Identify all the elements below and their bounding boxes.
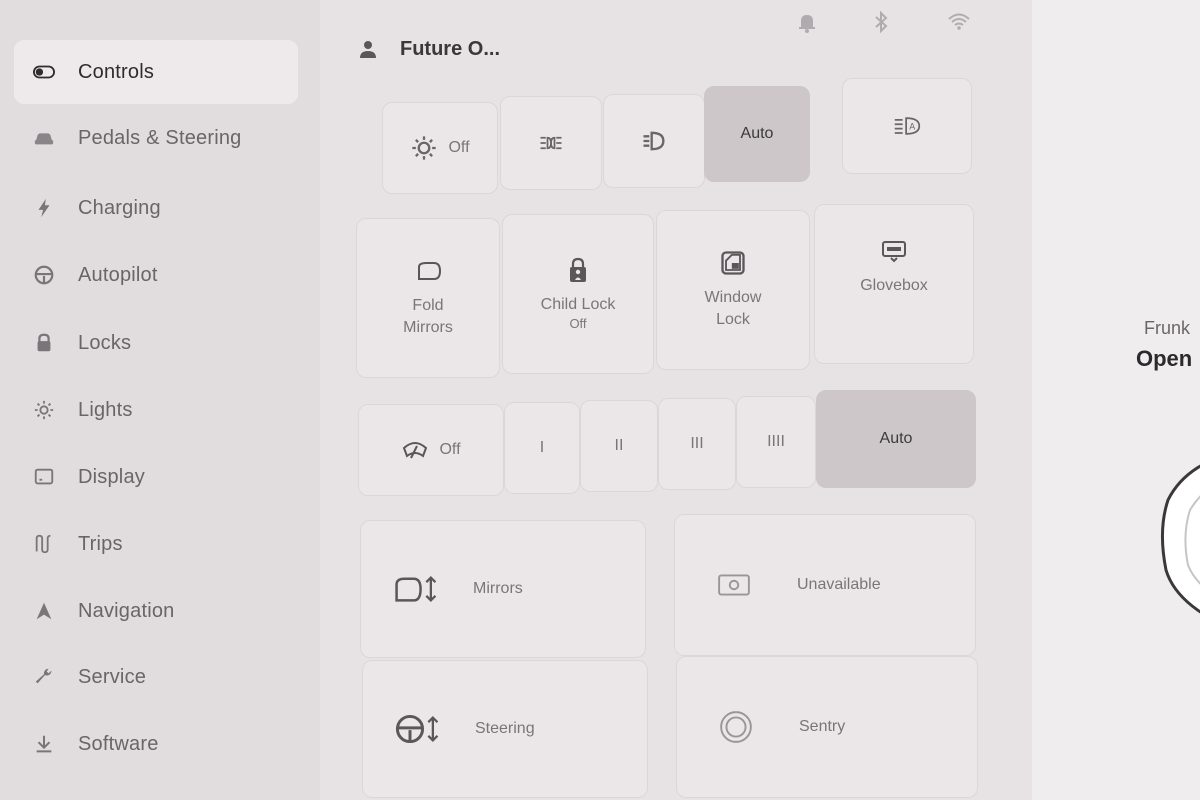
parking-lights-button[interactable] <box>500 96 602 190</box>
sidebar-item-label: Controls <box>78 60 155 83</box>
parking-lights-icon <box>537 129 565 157</box>
wiper-speed-2-button[interactable]: II <box>580 400 658 492</box>
wiper-speed-4-label: IIII <box>767 433 785 450</box>
person-icon <box>358 39 378 59</box>
wiper-speed-3-button[interactable]: III <box>658 398 736 490</box>
sidebar-item-label: Locks <box>78 331 132 354</box>
sidebar: Controls Pedals & Steering Charging Auto… <box>0 0 320 800</box>
mirror-adjust-icon <box>393 573 439 605</box>
fold-mirrors-label: Fold Mirrors <box>403 297 453 336</box>
sidebar-item-label: Display <box>78 465 145 488</box>
wipers-auto-button[interactable]: Auto <box>816 390 976 488</box>
steering-adjust-icon <box>395 713 441 745</box>
low-beam-icon <box>640 127 668 155</box>
wipers-off-label: Off <box>439 441 461 458</box>
wrench-icon <box>32 665 56 689</box>
sidebar-item-label: Autopilot <box>78 263 158 286</box>
sidebar-item-label: Navigation <box>78 599 175 622</box>
child-lock-state: Off <box>569 316 587 331</box>
sidebar-item-label: Lights <box>78 398 133 421</box>
lights-auto-label: Auto <box>740 125 774 142</box>
sun-icon <box>32 398 56 422</box>
sidebar-item-trips[interactable]: Trips <box>14 512 298 576</box>
car-icon <box>32 126 56 150</box>
lights-off-label: Off <box>448 139 470 156</box>
driver-profile[interactable]: Future O... <box>358 34 500 64</box>
controls-panel: Future O... Off Auto A Fold Mirrors Chil… <box>320 0 1032 800</box>
wipers-auto-label: Auto <box>879 430 913 447</box>
steering-adjust-button[interactable]: Steering <box>362 660 648 798</box>
wiper-speed-3-label: III <box>690 435 704 452</box>
download-icon <box>32 732 56 756</box>
glovebox-label: Glovebox <box>860 277 928 294</box>
mirrors-adjust-button[interactable]: Mirrors <box>360 520 646 658</box>
trips-icon <box>32 532 56 556</box>
child-lock-button[interactable]: Child Lock Off <box>502 214 654 374</box>
sidebar-item-autopilot[interactable]: Autopilot <box>14 243 298 307</box>
sidebar-item-label: Trips <box>78 532 123 555</box>
wipers-off-button[interactable]: Off <box>358 404 504 496</box>
bluetooth-icon <box>869 10 893 34</box>
wifi-icon <box>947 10 971 34</box>
toggle-icon <box>32 60 56 84</box>
wiper-icon <box>401 436 429 464</box>
sidebar-item-label: Service <box>78 665 147 688</box>
sidebar-item-controls[interactable]: Controls <box>14 40 298 104</box>
navigation-icon <box>32 599 56 623</box>
sidebar-item-label: Software <box>78 732 159 755</box>
camera-icon <box>717 572 751 598</box>
auto-high-beam-button[interactable]: A <box>842 78 972 174</box>
svg-text:A: A <box>909 123 915 133</box>
profile-name: Future O... <box>400 37 500 60</box>
sidebar-item-lights[interactable]: Lights <box>14 378 298 442</box>
steering-label: Steering <box>475 720 535 737</box>
sidebar-item-display[interactable]: Display <box>14 445 298 509</box>
unavailable-label: Unavailable <box>797 576 881 593</box>
sentry-label: Sentry <box>799 718 846 735</box>
lightning-icon <box>32 196 56 220</box>
wiper-speed-1-label: I <box>539 439 545 456</box>
sidebar-item-software[interactable]: Software <box>14 712 298 776</box>
lights-off-button[interactable]: Off <box>382 102 498 194</box>
bell-icon <box>795 10 819 34</box>
unavailable-button: Unavailable <box>674 514 976 656</box>
frunk-open-button[interactable]: Open <box>1136 346 1192 372</box>
child-lock-label: Child Lock <box>540 296 616 313</box>
window-lock-icon <box>719 249 747 277</box>
sidebar-item-label: Charging <box>78 196 161 219</box>
frunk-label: Frunk <box>1144 318 1191 338</box>
status-icons <box>795 10 975 38</box>
window-lock-button[interactable]: Window Lock <box>656 210 810 370</box>
sidebar-item-locks[interactable]: Locks <box>14 311 298 375</box>
sidebar-item-label: Pedals & Steering <box>78 126 242 149</box>
wiper-speed-2-label: II <box>614 437 624 454</box>
mirrors-label: Mirrors <box>473 580 523 597</box>
wiper-speed-4-button[interactable]: IIII <box>736 396 816 488</box>
sidebar-item-pedals-steering[interactable]: Pedals & Steering <box>14 106 298 170</box>
glovebox-icon <box>880 237 908 265</box>
sun-icon <box>410 134 438 162</box>
window-lock-label: Window Lock <box>704 289 762 328</box>
glovebox-button[interactable]: Glovebox <box>814 204 974 364</box>
sentry-button[interactable]: Sentry <box>676 656 978 798</box>
auto-high-beam-icon: A <box>893 112 921 140</box>
sidebar-item-charging[interactable]: Charging <box>14 176 298 240</box>
sentry-icon <box>719 710 753 744</box>
display-icon <box>32 465 56 489</box>
lock-icon <box>32 331 56 355</box>
wiper-speed-1-button[interactable]: I <box>504 402 580 494</box>
steering-wheel-icon <box>32 263 56 287</box>
lights-auto-button[interactable]: Auto <box>704 86 810 182</box>
mirror-icon <box>414 257 442 285</box>
low-beam-button[interactable] <box>603 94 705 188</box>
child-lock-icon <box>564 256 592 284</box>
car-image <box>1160 464 1200 614</box>
sidebar-item-navigation[interactable]: Navigation <box>14 579 298 643</box>
car-view: Frunk Open <box>1032 0 1200 800</box>
fold-mirrors-button[interactable]: Fold Mirrors <box>356 218 500 378</box>
sidebar-item-service[interactable]: Service <box>14 645 298 709</box>
